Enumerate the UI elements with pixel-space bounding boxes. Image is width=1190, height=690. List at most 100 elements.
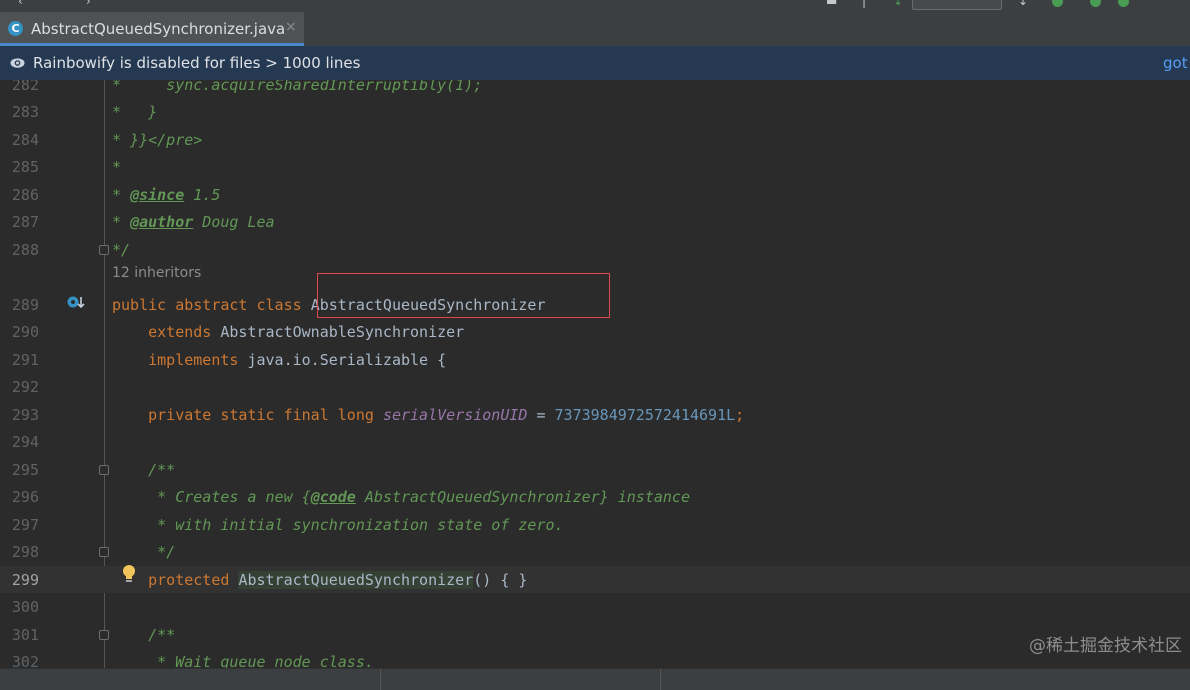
eye-icon [10, 58, 25, 68]
line-number[interactable]: 300 [0, 598, 39, 616]
back-icon[interactable]: ‹ [18, 0, 23, 8]
code-line[interactable]: 286 * @since 1.5 [0, 181, 1190, 208]
code-line[interactable]: 287 * @author Doug Lea [0, 208, 1190, 235]
code-line[interactable]: 297 * with initial synchronization state… [0, 511, 1190, 538]
run-icon[interactable] [1052, 0, 1063, 7]
line-number[interactable]: 299 [0, 571, 39, 589]
status-separator [380, 669, 381, 690]
line-number[interactable]: 286 [0, 186, 39, 204]
code-text[interactable]: * sync.acquireSharedInterruptibly(1); [112, 80, 482, 94]
code-text[interactable]: protected AbstractQueuedSynchronizer() {… [112, 571, 527, 589]
close-icon[interactable]: × [285, 19, 297, 35]
toolbar-icon[interactable]: ↓ [1018, 0, 1028, 8]
line-number[interactable]: 292 [0, 378, 39, 396]
debug-icon[interactable] [1090, 0, 1101, 7]
fold-icon[interactable] [99, 245, 109, 255]
line-number[interactable]: 283 [0, 103, 39, 121]
line-number[interactable]: 290 [0, 323, 39, 341]
line-number[interactable]: 301 [0, 626, 39, 644]
code-token: public abstract class [112, 296, 311, 314]
code-text[interactable]: /** [112, 461, 175, 479]
line-number[interactable]: 284 [0, 131, 39, 149]
banner-message: Rainbowify is disabled for files > 1000 … [33, 54, 361, 72]
line-number[interactable]: 291 [0, 351, 39, 369]
code-text[interactable]: /** [112, 626, 175, 644]
line-number[interactable]: 297 [0, 516, 39, 534]
line-number[interactable]: 282 [0, 80, 39, 94]
forward-icon[interactable]: › [86, 0, 91, 8]
code-text[interactable]: private static final long serialVersionU… [112, 406, 744, 424]
code-line[interactable]: 282 * sync.acquireSharedInterruptibly(1); [0, 80, 1190, 98]
code-text[interactable]: * Wait queue node class. [112, 653, 374, 668]
toolbar-separator: | [862, 0, 867, 8]
inheritors-hint[interactable]: 12 inheritors [112, 265, 201, 281]
banner-action-link[interactable]: got [1163, 54, 1188, 72]
code-token: * }}</pre> [112, 131, 203, 149]
code-token: */ [112, 241, 131, 259]
code-text[interactable]: implements java.io.Serializable { [112, 351, 446, 369]
code-text[interactable]: * [112, 158, 121, 176]
code-line[interactable]: 291 implements java.io.Serializable { [0, 346, 1190, 373]
code-text[interactable]: * @since 1.5 [112, 186, 220, 204]
code-token: () { } [473, 571, 528, 589]
code-text[interactable]: * with initial synchronization state of … [112, 516, 563, 534]
code-text[interactable]: */ [112, 543, 175, 561]
line-number[interactable]: 293 [0, 406, 39, 424]
code-line[interactable]: 299 protected AbstractQueuedSynchronizer… [0, 566, 1190, 593]
code-text[interactable]: * } [112, 103, 157, 121]
code-line[interactable]: 296 * Creates a new {@code AbstractQueue… [0, 483, 1190, 510]
line-number[interactable]: 295 [0, 461, 39, 479]
fold-icon[interactable] [99, 630, 109, 640]
build-icon[interactable]: ↓ [893, 0, 903, 8]
toolbar-icon[interactable]: ▬ [826, 0, 837, 8]
java-class-icon: C [8, 21, 23, 36]
code-token: * [112, 213, 131, 231]
code-line[interactable]: 300 [0, 593, 1190, 620]
code-line[interactable]: 284 * }}</pre> [0, 126, 1190, 153]
code-token: @author [130, 213, 194, 231]
code-line[interactable]: 298 */ [0, 538, 1190, 565]
code-token: */ [112, 543, 176, 561]
code-line[interactable]: 301 /** [0, 621, 1190, 648]
tab-abstract-queued-synchronizer[interactable]: C AbstractQueuedSynchronizer.java × [0, 12, 304, 46]
code-line[interactable]: 302 * Wait queue node class. [0, 648, 1190, 668]
top-toolbar: ‹ › ▬ | ↓ ↓ [0, 0, 1190, 12]
notification-banner: Rainbowify is disabled for files > 1000 … [0, 46, 1190, 80]
code-text[interactable]: */ [112, 241, 130, 259]
line-number[interactable]: 298 [0, 543, 39, 561]
code-line[interactable]: 288 */ [0, 236, 1190, 263]
code-text[interactable]: * }}</pre> [112, 131, 202, 149]
line-number[interactable]: 302 [0, 653, 39, 668]
code-text[interactable]: extends AbstractOwnableSynchronizer [112, 323, 464, 341]
fold-icon[interactable] [99, 547, 109, 557]
code-line[interactable]: 290 extends AbstractOwnableSynchronizer [0, 318, 1190, 345]
line-number[interactable]: 294 [0, 433, 39, 451]
coverage-icon[interactable] [1118, 0, 1129, 7]
highlight-box [317, 273, 610, 318]
code-line[interactable]: 295 /** [0, 456, 1190, 483]
code-line[interactable]: 285 * [0, 153, 1190, 180]
fold-icon[interactable] [99, 465, 109, 475]
code-line[interactable]: 292 [0, 373, 1190, 400]
line-number[interactable]: 285 [0, 158, 39, 176]
line-number[interactable]: 287 [0, 213, 39, 231]
code-line[interactable]: 283 * } [0, 98, 1190, 125]
status-bar [0, 668, 1190, 690]
line-number[interactable]: 289 [0, 296, 39, 314]
code-token: @code [310, 488, 356, 506]
code-token: /** [112, 626, 176, 644]
line-number[interactable]: 288 [0, 241, 39, 259]
code-token: * [112, 80, 131, 94]
code-editor[interactable]: 282 * sync.acquireSharedInterruptibly(1);… [0, 80, 1190, 668]
run-config-select[interactable] [912, 0, 1002, 10]
code-text[interactable]: * Creates a new {@code AbstractQueuedSyn… [112, 488, 690, 506]
code-token: * Wait queue node class. [112, 653, 374, 668]
code-text[interactable]: * @author Doug Lea [112, 213, 275, 231]
lightbulb-icon[interactable] [121, 564, 137, 584]
code-line[interactable]: 293 private static final long serialVers… [0, 401, 1190, 428]
implemented-icon[interactable] [66, 295, 86, 311]
code-token: AbstractQueuedSynchronizer [238, 571, 474, 589]
line-number[interactable]: 296 [0, 488, 39, 506]
code-line[interactable]: 294 [0, 428, 1190, 455]
status-separator [660, 669, 661, 690]
